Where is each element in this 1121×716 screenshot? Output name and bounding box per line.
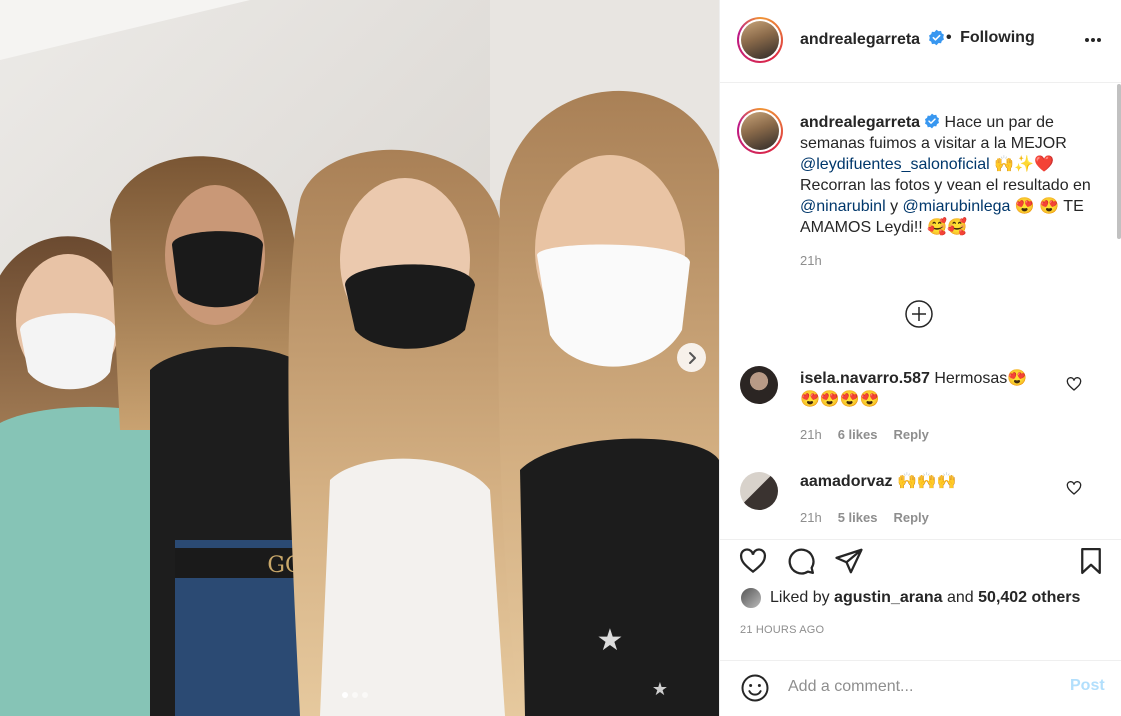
post-timestamp[interactable]: 21 HOURS AGO [740,624,824,636]
liked-by-and: and [946,589,974,606]
add-comment-bar: Post [720,660,1121,716]
follow-status[interactable]: • Following [946,29,1035,47]
caption-text-2: Recorran las fotos y vean el resultado e… [800,177,1091,194]
comment-likes[interactable]: 5 likes [838,510,878,525]
comment-like-heart-icon[interactable] [1066,480,1082,496]
post-header: andrealegarreta • Following [720,0,1121,83]
likes-count-link[interactable]: 50,402 others [978,589,1080,606]
comment-time: 21h [800,510,822,525]
comment-time: 21h [800,427,822,442]
comment-meta: 21h 5 likes Reply [800,510,929,525]
comments-scroll-area[interactable]: andrealegarreta Hace un par de semanas f… [720,84,1121,539]
like-heart-icon[interactable] [738,546,768,576]
svg-text:★: ★ [652,679,668,699]
comment-like-heart-icon[interactable] [1066,376,1082,392]
photo-illustration: GG ★ ★ [0,0,719,716]
author-name-block: andrealegarreta [800,29,945,49]
comment-body: aamadorvaz 🙌🙌🙌 [800,471,1060,492]
post-comment-button[interactable]: Post [1070,677,1105,695]
comment-input[interactable] [788,675,1048,699]
caption-username[interactable]: andrealegarreta [800,114,920,131]
commenter-avatar[interactable] [740,366,778,404]
comment-body: isela.navarro.587 Hermosas😍 😍😍😍😍 [800,368,1060,410]
caption-author-avatar[interactable] [737,108,783,154]
author-username[interactable]: andrealegarreta [800,31,920,48]
mention-link[interactable]: @ninarubinl [800,198,886,215]
commenter-username[interactable]: isela.navarro.587 [800,370,930,387]
load-more-comments-icon[interactable] [904,299,934,329]
mention-link[interactable]: @leydifuentes_salonoficial [800,156,990,173]
svg-text:★: ★ [597,624,624,657]
comment-meta: 21h 6 likes Reply [800,427,929,442]
carousel-dot [362,692,368,698]
caption-time: 21h [800,253,822,268]
carousel-dot [342,692,348,698]
more-options-icon[interactable] [1084,30,1102,50]
liker-avatar[interactable] [740,587,762,609]
comment-text: 🙌🙌🙌 [896,473,957,490]
comment-text-2: 😍😍😍😍 [800,391,880,408]
author-avatar[interactable] [737,17,783,63]
caption-and: y [890,198,899,215]
post-photo[interactable]: GG ★ ★ [0,0,719,716]
liker-username[interactable]: agustin_arana [834,589,942,606]
caption-emojis-1: 🙌✨❤️ [994,156,1054,173]
emoji-smiley-icon[interactable] [740,673,770,703]
share-paper-plane-icon[interactable] [834,546,864,576]
commenter-username[interactable]: aamadorvaz [800,473,893,490]
reply-button[interactable]: Reply [893,427,928,442]
caption-emojis-2: 😍 [1014,198,1035,215]
reply-button[interactable]: Reply [893,510,928,525]
next-photo-button[interactable] [677,343,706,372]
post-actions [720,539,1121,583]
carousel-indicator [342,692,368,698]
comment-text: Hermosas😍 [934,370,1028,387]
post-side-panel: andrealegarreta • Following andrealegarr… [719,0,1121,716]
chevron-right-icon [688,351,696,364]
verified-badge-icon [929,29,944,46]
commenter-avatar[interactable] [740,472,778,510]
mention-link[interactable]: @miarubinlega [903,198,1011,215]
scrollbar[interactable] [1117,84,1121,239]
post-caption: andrealegarreta Hace un par de semanas f… [800,112,1100,271]
liked-by-prefix: Liked by [770,589,830,606]
save-bookmark-icon[interactable] [1076,546,1106,576]
carousel-dot [352,692,358,698]
verified-badge-icon [925,113,940,129]
comment-likes[interactable]: 6 likes [838,427,878,442]
comment-bubble-icon[interactable] [786,546,816,576]
following-label: Following [960,29,1035,46]
separator-dot: • [946,29,952,46]
likes-summary: Liked by agustin_arana and 50,402 others [740,587,1080,609]
